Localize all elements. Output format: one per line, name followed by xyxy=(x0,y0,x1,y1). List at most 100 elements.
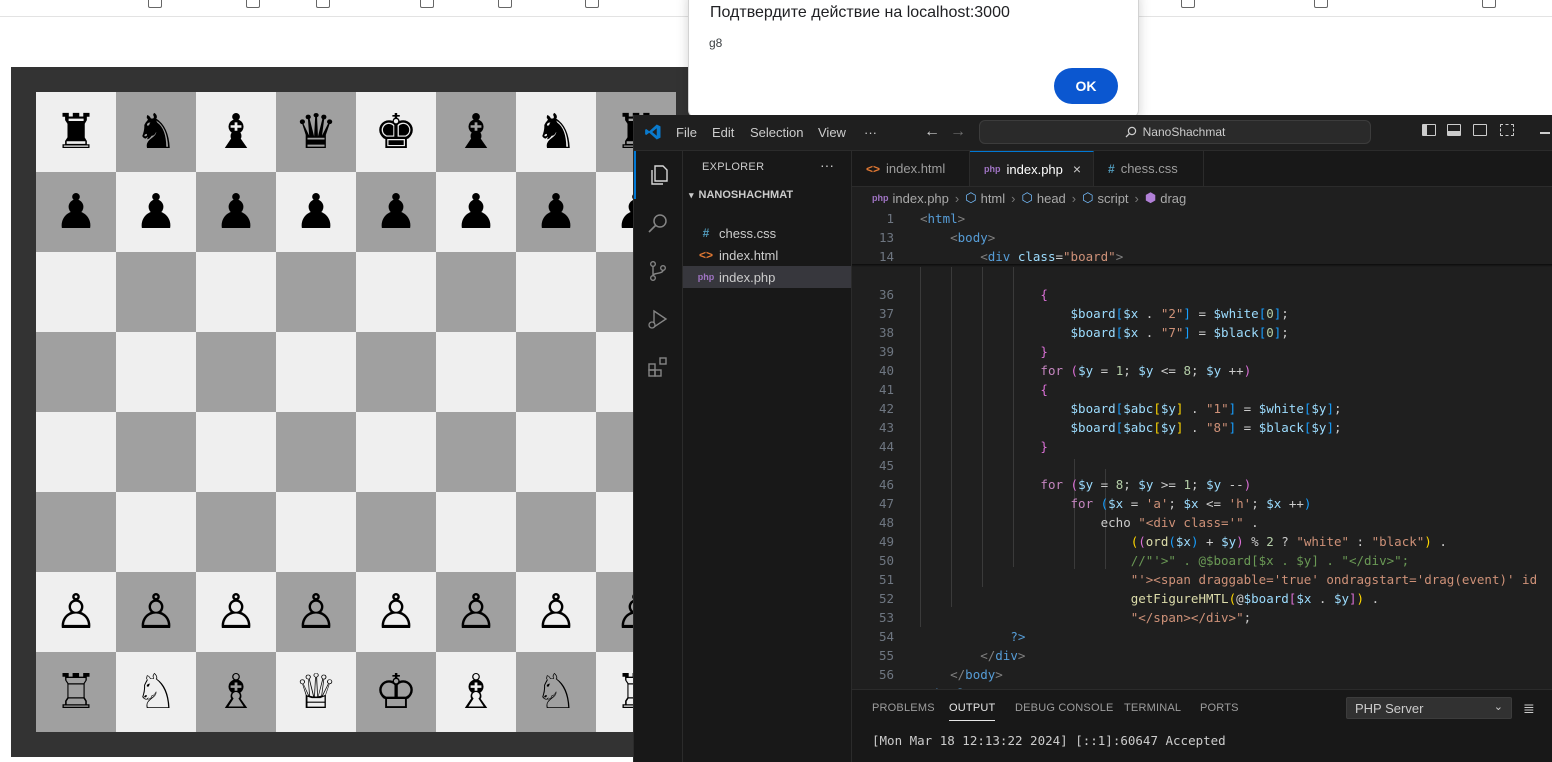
code-line[interactable]: 38 $board[$x . "7"] = $black[0]; xyxy=(852,323,1552,342)
board-square[interactable]: ♗ xyxy=(436,652,516,732)
chess-piece[interactable]: ♙ xyxy=(454,588,497,636)
chess-piece[interactable]: ♙ xyxy=(214,588,257,636)
chess-piece[interactable]: ♗ xyxy=(454,668,497,716)
board-square[interactable] xyxy=(116,492,196,572)
chess-piece[interactable]: ♙ xyxy=(294,588,337,636)
toggle-secondary-sidebar-icon[interactable] xyxy=(1473,124,1487,136)
toggle-sidebar-icon[interactable] xyxy=(1422,124,1436,136)
board-square[interactable] xyxy=(116,412,196,492)
code-line[interactable]: 52 getFigureHMTL(@$board[$x . $y]) . xyxy=(852,589,1552,608)
board-square[interactable] xyxy=(516,412,596,492)
code-line[interactable]: 54 ?> xyxy=(852,627,1552,646)
minimize-icon[interactable] xyxy=(1540,132,1550,134)
chess-piece[interactable]: ♗ xyxy=(214,668,257,716)
list-filter-icon[interactable]: ≣ xyxy=(1523,700,1535,717)
chess-piece[interactable]: ♟ xyxy=(534,188,577,236)
board-square[interactable]: ♙ xyxy=(356,572,436,652)
board-square[interactable]: ♗ xyxy=(196,652,276,732)
board-square[interactable]: ♟ xyxy=(196,172,276,252)
breadcrumb-item[interactable]: drag xyxy=(1160,191,1186,206)
file-index-php[interactable]: php index.php xyxy=(683,266,851,288)
board-square[interactable]: ♟ xyxy=(516,172,596,252)
search-activity[interactable] xyxy=(634,199,682,247)
menu-more[interactable]: ··· xyxy=(864,125,877,140)
code-line[interactable]: 13 <body> xyxy=(852,228,1552,247)
bookmark-icon[interactable] xyxy=(1181,0,1195,8)
board-square[interactable]: ♝ xyxy=(436,92,516,172)
chess-piece[interactable]: ♖ xyxy=(54,668,97,716)
chess-piece[interactable]: ♟ xyxy=(54,188,97,236)
chess-piece[interactable]: ♙ xyxy=(374,588,417,636)
chess-piece[interactable]: ♞ xyxy=(134,108,177,156)
board-square[interactable]: ♜ xyxy=(36,92,116,172)
code-line[interactable]: 42 $board[$abc[$y] . "1"] = $white[$y]; xyxy=(852,399,1552,418)
bookmark-icon[interactable] xyxy=(148,0,162,8)
code-line[interactable]: 41 { xyxy=(852,380,1552,399)
board-square[interactable] xyxy=(356,332,436,412)
board-square[interactable]: ♟ xyxy=(116,172,196,252)
tab-chess-css[interactable]: # chess.css xyxy=(1094,151,1204,186)
extensions-activity[interactable] xyxy=(634,343,682,391)
panel-tab-debug-console[interactable]: DEBUG CONSOLE xyxy=(1015,702,1114,714)
board-square[interactable] xyxy=(436,252,516,332)
board-square[interactable] xyxy=(196,412,276,492)
panel-tab-ports[interactable]: PORTS xyxy=(1200,702,1239,714)
code-line[interactable]: 48 echo "<div class='" . xyxy=(852,513,1552,532)
board-square[interactable]: ♟ xyxy=(356,172,436,252)
board-square[interactable] xyxy=(356,492,436,572)
code-line[interactable]: 49 ((ord($x) + $y) % 2 ? "white" : "blac… xyxy=(852,532,1552,551)
board-square[interactable] xyxy=(276,412,356,492)
back-arrow-icon[interactable]: ← xyxy=(924,123,940,141)
breadcrumb-item[interactable]: script xyxy=(1097,191,1128,206)
chess-piece[interactable]: ♙ xyxy=(534,588,577,636)
board-square[interactable] xyxy=(196,332,276,412)
code-line[interactable]: 40 for ($y = 1; $y <= 8; $y ++) xyxy=(852,361,1552,380)
board-square[interactable]: ♞ xyxy=(116,92,196,172)
bookmark-icon[interactable] xyxy=(585,0,599,8)
chess-piece[interactable]: ♞ xyxy=(534,108,577,156)
code-line[interactable]: 1 <html> xyxy=(852,209,1552,228)
ok-button[interactable]: OK xyxy=(1054,68,1118,104)
chess-piece[interactable]: ♝ xyxy=(214,108,257,156)
panel-tab-terminal[interactable]: TERMINAL xyxy=(1124,702,1181,714)
board-square[interactable] xyxy=(276,252,356,332)
board-square[interactable]: ♙ xyxy=(276,572,356,652)
board-square[interactable]: ♕ xyxy=(276,652,356,732)
explorer-activity[interactable] xyxy=(634,151,682,199)
board-square[interactable] xyxy=(276,492,356,572)
code-editor[interactable]: 1 <html> 13 <body> 14 <div class="board"> 36… xyxy=(852,209,1552,689)
forward-arrow-icon[interactable]: → xyxy=(950,123,966,141)
code-line[interactable]: 47 for ($x = 'a'; $x <= 'h'; $x ++) xyxy=(852,494,1552,513)
output-channel-select[interactable]: PHP Server ⌄ xyxy=(1346,697,1512,719)
board-square[interactable]: ♛ xyxy=(276,92,356,172)
board-square[interactable] xyxy=(36,252,116,332)
board-square[interactable] xyxy=(516,492,596,572)
chess-piece[interactable]: ♜ xyxy=(54,108,97,156)
chess-piece[interactable]: ♙ xyxy=(134,588,177,636)
chess-piece[interactable]: ♕ xyxy=(294,668,337,716)
code-line[interactable]: 37 $board[$x . "2"] = $white[0]; xyxy=(852,304,1552,323)
breadcrumb-item[interactable]: html xyxy=(981,191,1006,206)
menu-edit[interactable]: Edit xyxy=(712,125,734,140)
bookmark-icon[interactable] xyxy=(420,0,434,8)
board-square[interactable]: ♟ xyxy=(36,172,116,252)
board-square[interactable] xyxy=(116,332,196,412)
board-square[interactable]: ♟ xyxy=(436,172,516,252)
board-square[interactable] xyxy=(196,252,276,332)
command-center-search[interactable]: NanoShachmat xyxy=(979,120,1371,144)
board-square[interactable]: ♘ xyxy=(516,652,596,732)
code-line[interactable]: 39 } xyxy=(852,342,1552,361)
board-square[interactable]: ♙ xyxy=(516,572,596,652)
menu-file[interactable]: File xyxy=(676,125,697,140)
code-line[interactable]: 55 </div> xyxy=(852,646,1552,665)
code-line[interactable]: 51 "'><span draggable='true' ondragstart… xyxy=(852,570,1552,589)
board-square[interactable] xyxy=(436,492,516,572)
chess-piece[interactable]: ♘ xyxy=(534,668,577,716)
board-square[interactable] xyxy=(516,332,596,412)
code-line[interactable]: 45 xyxy=(852,456,1552,475)
bookmark-icon[interactable] xyxy=(1482,0,1496,8)
chess-piece[interactable]: ♟ xyxy=(214,188,257,236)
explorer-more-button[interactable]: ··· xyxy=(820,157,834,173)
code-line[interactable]: 44 } xyxy=(852,437,1552,456)
code-line[interactable]: 36 { xyxy=(852,285,1552,304)
